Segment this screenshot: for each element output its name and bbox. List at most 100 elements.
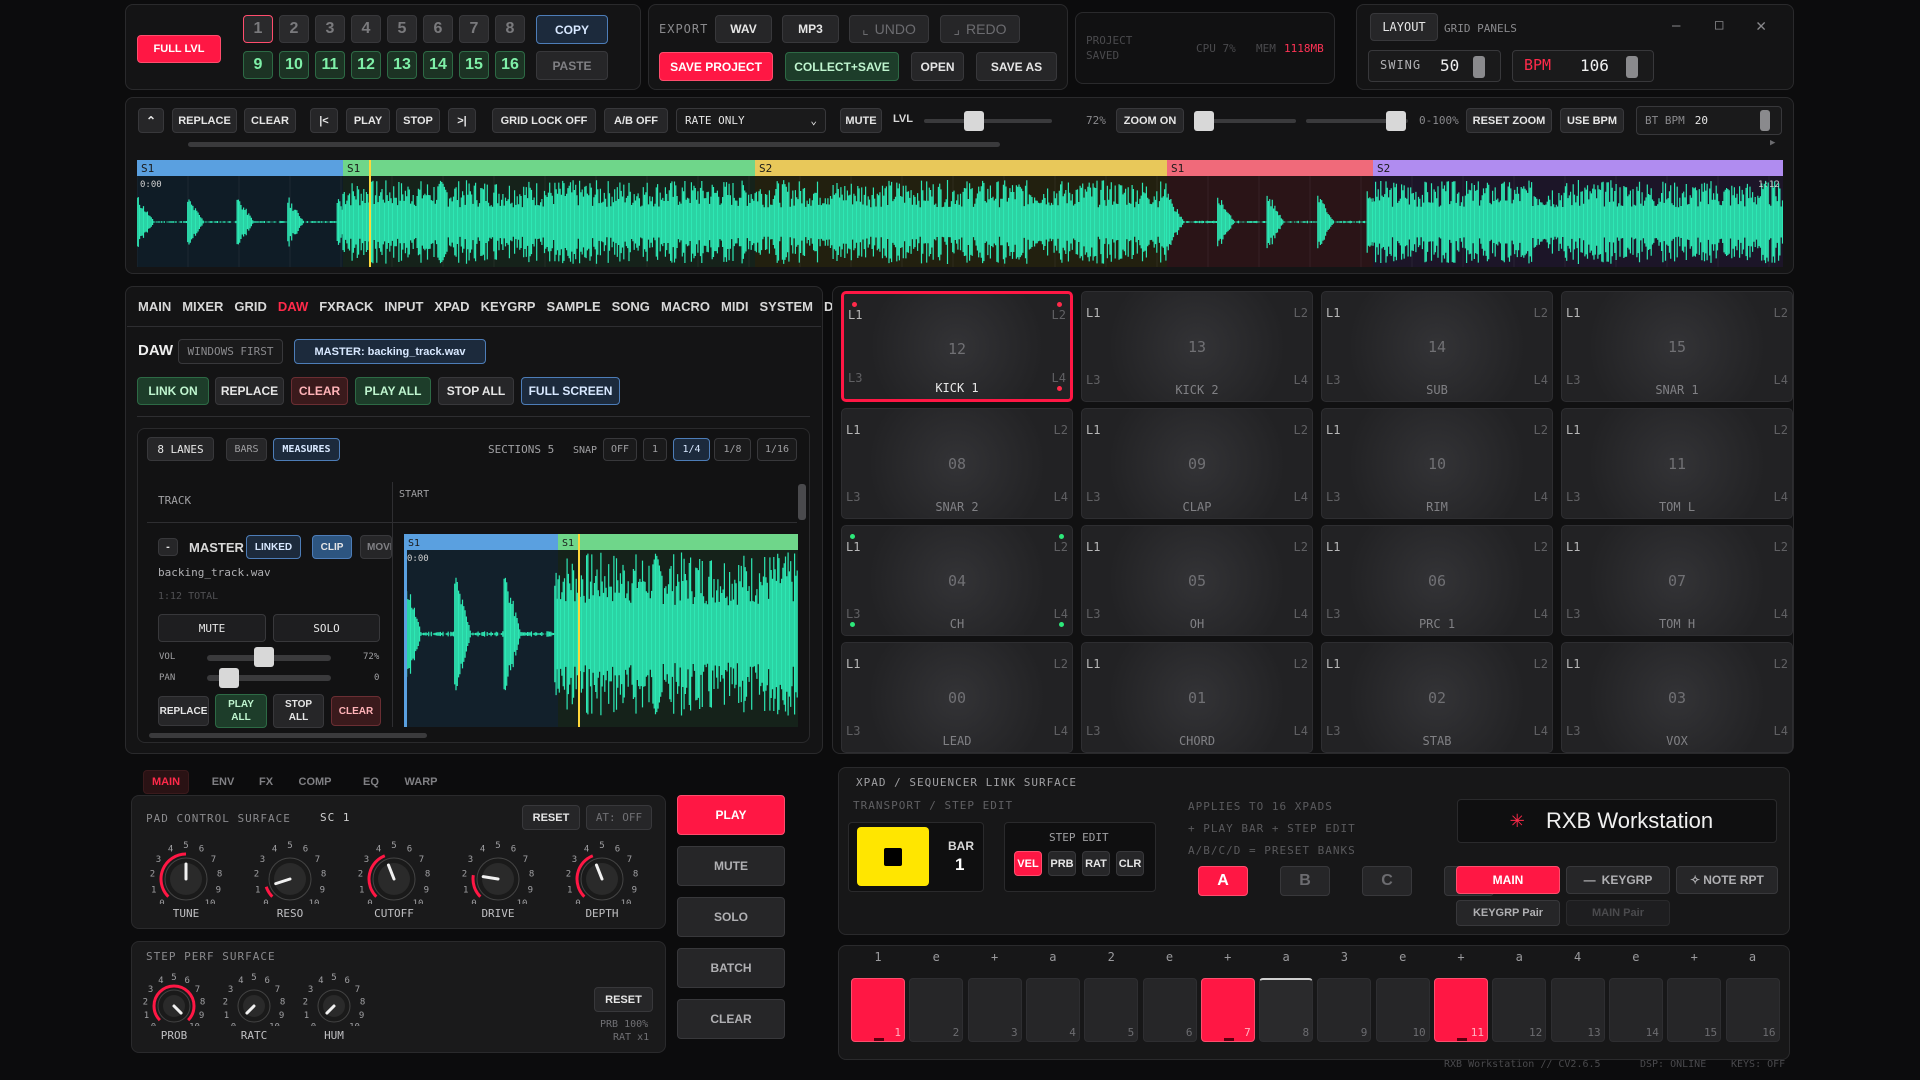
bank-button-6[interactable]: 6 xyxy=(423,15,453,43)
pad-corner-l2[interactable]: L2 xyxy=(1294,423,1308,437)
menu-item-sample[interactable]: SAMPLE xyxy=(546,299,600,314)
pad-tab-eq[interactable]: EQ xyxy=(356,770,386,794)
pad-12[interactable]: L1 L2 L3 L4 12 KICK 1 xyxy=(841,291,1073,402)
pad-corner-l1[interactable]: L1 xyxy=(1566,423,1580,437)
step-3[interactable]: 3 xyxy=(967,978,1022,1042)
clear-button[interactable]: CLEAR xyxy=(677,999,785,1039)
link-on-button[interactable]: LINK ON xyxy=(137,377,209,405)
preset-bank-c[interactable]: C xyxy=(1362,866,1412,896)
collapse-button[interactable]: ⌃ xyxy=(138,108,164,133)
maximize-icon[interactable]: □ xyxy=(1715,17,1723,33)
pad-07[interactable]: L1 L2 L3 L4 07 TOM H xyxy=(1561,525,1793,636)
timeline-section-header[interactable] xyxy=(1167,160,1373,176)
bank-button-4[interactable]: 4 xyxy=(351,15,381,43)
linked-button[interactable]: LINKED xyxy=(246,535,301,559)
solo-button[interactable]: SOLO xyxy=(677,897,785,937)
daw-stop-all-button[interactable]: STOP ALL xyxy=(438,377,514,405)
menu-item-keygrp[interactable]: KEYGRP xyxy=(481,299,536,314)
to-end-button[interactable]: >| xyxy=(448,108,476,133)
menu-item-system[interactable]: SYSTEM xyxy=(760,299,813,314)
daw-replace-button[interactable]: REPLACE xyxy=(215,377,284,405)
lvl-slider-track[interactable] xyxy=(924,119,1052,123)
menu-item-song[interactable]: SONG xyxy=(612,299,650,314)
pad-corner-l1[interactable]: L1 xyxy=(846,540,860,554)
snap-option-1[interactable]: 1 xyxy=(643,438,667,461)
pad-corner-l2[interactable]: L2 xyxy=(1774,657,1788,671)
daw-play-all-button[interactable]: PLAY ALL xyxy=(355,377,431,405)
tl-replace-button[interactable]: REPLACE xyxy=(172,108,237,133)
clip-section-header[interactable] xyxy=(558,534,798,550)
pad-tab-comp[interactable]: COMP xyxy=(289,770,341,794)
step-15[interactable]: 15 xyxy=(1667,978,1722,1042)
pad-corner-l2[interactable]: L2 xyxy=(1534,540,1548,554)
pad-corner-l1[interactable]: L1 xyxy=(846,423,860,437)
step-13[interactable]: 13 xyxy=(1550,978,1605,1042)
full-screen-button[interactable]: FULL SCREEN xyxy=(521,377,620,405)
pad-corner-l2[interactable]: L2 xyxy=(1534,423,1548,437)
save-project-button[interactable]: SAVE PROJECT xyxy=(659,52,773,81)
zoom-range-handle[interactable] xyxy=(1386,111,1406,131)
pad-corner-l2[interactable]: L2 xyxy=(1774,306,1788,320)
pad-corner-l2[interactable]: L2 xyxy=(1052,308,1066,322)
pad-corner-l1[interactable]: L1 xyxy=(1566,540,1580,554)
pad-13[interactable]: L1 L2 L3 L4 13 KICK 2 xyxy=(1081,291,1313,402)
preset-bank-a[interactable]: A xyxy=(1198,866,1248,896)
bars-button[interactable]: BARS xyxy=(226,438,267,461)
bank-button-1[interactable]: 1 xyxy=(243,15,273,43)
step-4[interactable]: 4 xyxy=(1025,978,1080,1042)
pad-knob-drive[interactable]: 01 2345 678 910DRIVE xyxy=(459,840,537,920)
tl-mute-button[interactable]: MUTE xyxy=(840,108,882,133)
pad-reset-button[interactable]: RESET xyxy=(522,805,580,830)
timeline-waveform[interactable]: S1 S1 S2 S1 S2 0:00 1:12 xyxy=(137,160,1783,267)
bank-button-7[interactable]: 7 xyxy=(459,15,489,43)
menu-item-input[interactable]: INPUT xyxy=(384,299,423,314)
step-11[interactable]: 11 xyxy=(1434,978,1488,1042)
step-16[interactable]: 16 xyxy=(1725,978,1780,1042)
move-button[interactable]: MOVE xyxy=(360,535,392,559)
knob-graphic[interactable]: 012345678910 xyxy=(251,840,329,909)
track-play-all-button[interactable]: PLAY ALL xyxy=(215,694,267,728)
big-play-button[interactable] xyxy=(857,827,929,886)
bank-button-2[interactable]: 2 xyxy=(279,15,309,43)
pad-corner-l2[interactable]: L2 xyxy=(1534,657,1548,671)
bt-bpm-handle[interactable] xyxy=(1760,110,1770,131)
open-button[interactable]: OPEN xyxy=(911,52,964,81)
windows-first-button[interactable]: WINDOWS FIRST xyxy=(178,339,283,364)
bank-button-3[interactable]: 3 xyxy=(315,15,345,43)
pad-corner-l2[interactable]: L2 xyxy=(1294,657,1308,671)
pad-04[interactable]: L1 L2 L3 L4 04 CH xyxy=(841,525,1073,636)
redo-button[interactable]: ⌟ REDO xyxy=(940,15,1020,43)
bank-button-16[interactable]: 16 xyxy=(495,51,525,79)
pad-knob-cutoff[interactable]: 01 2345 678 910 CUTOFF xyxy=(355,840,433,920)
step-2[interactable]: 2 xyxy=(909,978,964,1042)
bank-button-15[interactable]: 15 xyxy=(459,51,489,79)
bank-button-5[interactable]: 5 xyxy=(387,15,417,43)
pad-15[interactable]: L1 L2 L3 L4 15 SNAR 1 xyxy=(1561,291,1793,402)
bank-button-8[interactable]: 8 xyxy=(495,15,525,43)
pad-knob-depth[interactable]: 01 2345 678 910DEPTH xyxy=(563,840,641,920)
knob-graphic[interactable]: 012345678910 xyxy=(140,972,208,1033)
pad-corner-l2[interactable]: L2 xyxy=(1294,540,1308,554)
timeline-section-header[interactable] xyxy=(343,160,755,176)
snap-option-1-4[interactable]: 1/4 xyxy=(673,438,710,461)
step-knob-prob[interactable]: 01 2345678 9 10PROB xyxy=(140,972,208,1042)
track-replace-button[interactable]: REPLACE xyxy=(158,696,209,726)
knob-graphic[interactable]: 012345678910 xyxy=(300,972,368,1033)
menu-item-daw[interactable]: DAW xyxy=(278,299,308,314)
snap-option-1-16[interactable]: 1/16 xyxy=(757,438,797,461)
step-8[interactable]: 8 xyxy=(1259,978,1314,1042)
menu-item-fxrack[interactable]: FXRACK xyxy=(319,299,373,314)
pad-corner-l1[interactable]: L1 xyxy=(846,657,860,671)
main-pair-button[interactable]: MAIN Pair xyxy=(1566,900,1670,926)
step-6[interactable]: 6 xyxy=(1142,978,1197,1042)
lanes-button[interactable]: 8 LANES xyxy=(147,437,214,461)
track-solo-button[interactable]: SOLO xyxy=(273,614,380,642)
step-14[interactable]: 14 xyxy=(1608,978,1663,1042)
bpm-slider-handle[interactable] xyxy=(1626,56,1638,78)
pad-corner-l1[interactable]: L1 xyxy=(1086,657,1100,671)
step-9[interactable]: 9 xyxy=(1317,978,1372,1042)
step-12[interactable]: 12 xyxy=(1492,978,1547,1042)
knob-graphic[interactable]: 012345678910 xyxy=(147,840,225,909)
main-mode-button[interactable]: MAIN xyxy=(1456,866,1560,894)
pad-05[interactable]: L1 L2 L3 L4 05 OH xyxy=(1081,525,1313,636)
